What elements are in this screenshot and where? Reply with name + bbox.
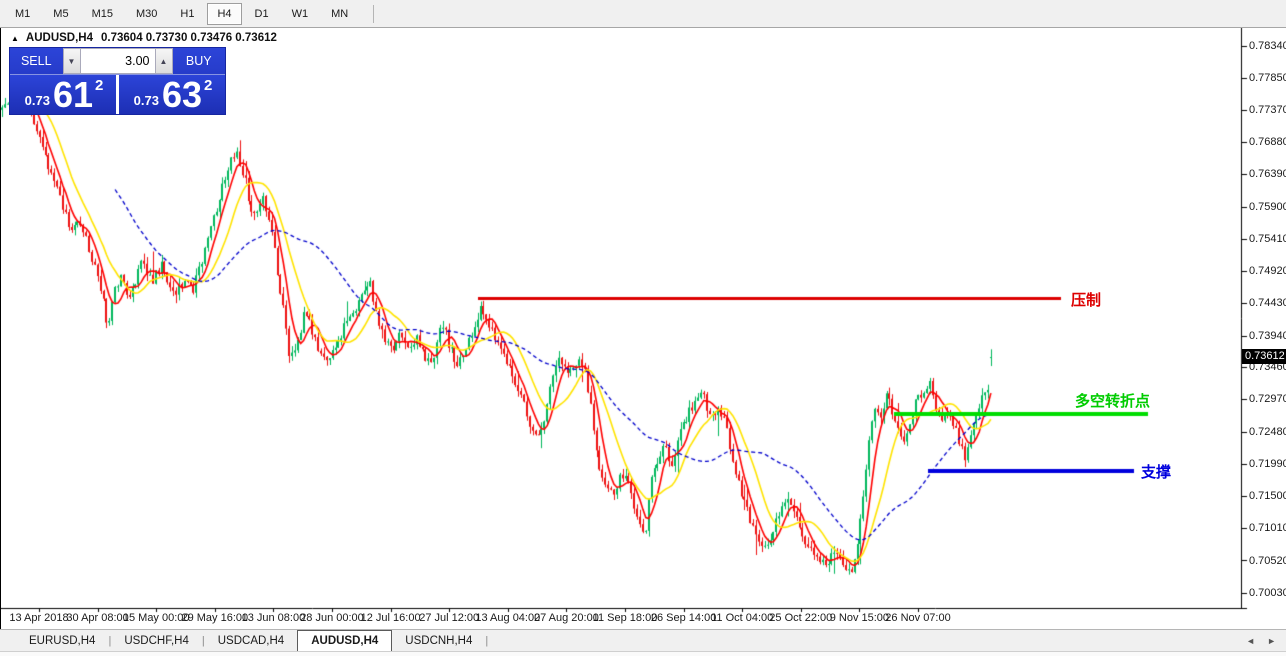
x-axis-label: 30 Apr 08:00 (66, 612, 128, 624)
y-axis-label: 0.76390 (1249, 168, 1286, 181)
tab-usdchf[interactable]: USDCHF,H4 (111, 630, 202, 651)
sell-button[interactable]: SELL (10, 48, 63, 74)
x-axis-label: 9 Nov 15:00 (830, 612, 889, 624)
volume-increase-button[interactable]: ▲ (155, 48, 173, 74)
buy-button[interactable]: BUY (173, 48, 226, 74)
timeframe-buttons: M1M5M15M30H1H4D1W1MN (5, 3, 361, 25)
collapse-panel-triangle-icon[interactable]: ▲ (11, 34, 19, 43)
x-axis-label: 26 Sep 14:00 (651, 612, 716, 624)
timeframe-button-w1[interactable]: W1 (282, 3, 319, 25)
buy-price-button[interactable]: 0.73 63 2 (119, 75, 225, 114)
resistance-annotation-label: 压制 (1071, 289, 1101, 310)
y-axis-label: 0.74920 (1249, 265, 1286, 278)
sell-price-button[interactable]: 0.73 61 2 (10, 75, 116, 114)
tab-audusd[interactable]: AUDUSD,H4 (297, 630, 392, 651)
one-click-trading-panel: SELL ▼ 3.00 ▲ BUY 0.73 61 2 0.73 63 2 (9, 47, 226, 115)
chart-symbol-label: AUDUSD,H4 (26, 32, 93, 44)
timeframe-button-d1[interactable]: D1 (245, 3, 279, 25)
x-axis-label: 12 Jul 16:00 (361, 612, 421, 624)
y-axis-label: 0.71010 (1249, 522, 1286, 535)
timeframe-button-m1[interactable]: M1 (5, 3, 40, 25)
y-axis-label: 0.76880 (1249, 136, 1286, 149)
x-axis-label: 11 Oct 04:00 (711, 612, 773, 624)
timeframe-button-h4[interactable]: H4 (207, 3, 241, 25)
y-axis-label: 0.72480 (1249, 426, 1286, 439)
buy-price-pipette: 2 (204, 77, 212, 94)
y-axis-label: 0.78340 (1249, 40, 1286, 53)
x-axis-label: 15 May 00:00 (123, 612, 190, 624)
tab-usdcad[interactable]: USDCAD,H4 (205, 630, 297, 651)
buy-price-main: 63 (162, 77, 202, 113)
sell-price-pipette: 2 (95, 77, 103, 94)
chart-canvas[interactable] (1, 28, 1286, 629)
y-axis-label: 0.70030 (1249, 587, 1286, 600)
chart-window: ▲ AUDUSD,H4 0.73604 0.73730 0.73476 0.73… (0, 28, 1286, 629)
x-axis-label: 13 Apr 2018 (9, 612, 68, 624)
x-axis-label: 13 Jun 08:00 (242, 612, 306, 624)
chart-ohlc-values: 0.73604 0.73730 0.73476 0.73612 (101, 32, 277, 44)
tab-scroll-arrows: ◄ ► (1246, 636, 1286, 646)
timeframe-button-m15[interactable]: M15 (82, 3, 123, 25)
y-axis-label: 0.71500 (1249, 490, 1286, 503)
tab-scroll-right-button[interactable]: ► (1267, 636, 1276, 646)
y-axis-label: 0.77850 (1249, 72, 1286, 85)
tab-usdcnh[interactable]: USDCNH,H4 (392, 630, 485, 651)
volume-decrease-button[interactable]: ▼ (63, 48, 81, 74)
x-axis-label: 27 Jul 12:00 (419, 612, 479, 624)
sell-price-main: 61 (53, 77, 93, 113)
x-axis-label: 29 May 16:00 (181, 612, 248, 624)
timeframe-button-m5[interactable]: M5 (43, 3, 78, 25)
timeframe-button-mn[interactable]: MN (321, 3, 358, 25)
y-axis-label: 0.70520 (1249, 555, 1286, 568)
chart-tabs-bar: EURUSD,H4|USDCHF,H4|USDCAD,H4AUDUSD,H4US… (0, 629, 1286, 651)
x-axis-label: 13 Aug 04:00 (475, 612, 540, 624)
y-axis-label: 0.72970 (1249, 393, 1286, 406)
volume-input[interactable]: 3.00 (81, 48, 155, 74)
x-axis-label: 25 Oct 22:00 (769, 612, 832, 624)
timeframe-button-m30[interactable]: M30 (126, 3, 167, 25)
support-annotation-label: 支撑 (1141, 461, 1171, 482)
trade-panel-top-row: SELL ▼ 3.00 ▲ BUY (10, 48, 225, 75)
mt4-window: M1M5M15M30H1H4D1W1MN ▲ AUDUSD,H4 0.73604… (0, 0, 1286, 656)
sell-price-prefix: 0.73 (25, 93, 50, 108)
x-axis-label: 28 Jun 00:00 (300, 612, 364, 624)
chart-tabs: EURUSD,H4|USDCHF,H4|USDCAD,H4AUDUSD,H4US… (16, 630, 488, 651)
buy-price-prefix: 0.73 (134, 93, 159, 108)
y-axis-label: 0.75410 (1249, 233, 1286, 246)
trade-panel-quote-row: 0.73 61 2 0.73 63 2 (10, 75, 225, 114)
chart-title: ▲ AUDUSD,H4 0.73604 0.73730 0.73476 0.73… (11, 31, 277, 45)
toolbar-separator (373, 5, 374, 23)
y-axis-label: 0.71990 (1249, 458, 1286, 471)
tab-separator: | (485, 635, 488, 647)
y-axis-label: 0.73940 (1249, 330, 1286, 343)
y-axis-label: 0.75900 (1249, 201, 1286, 214)
y-axis-label: 0.74430 (1249, 297, 1286, 310)
tab-scroll-left-button[interactable]: ◄ (1246, 636, 1255, 646)
timeframe-button-h1[interactable]: H1 (170, 3, 204, 25)
y-axis-label: 0.77370 (1249, 104, 1286, 117)
x-axis-label: 27 Aug 20:00 (534, 612, 599, 624)
status-bar (0, 651, 1286, 656)
x-axis-label: 11 Sep 18:00 (593, 612, 658, 624)
x-axis-label: 26 Nov 07:00 (885, 612, 950, 624)
timeframe-toolbar: M1M5M15M30H1H4D1W1MN (0, 0, 1286, 28)
pivot-annotation-label: 多空转折点 (1075, 390, 1150, 411)
tab-eurusd[interactable]: EURUSD,H4 (16, 630, 108, 651)
current-price-tag: 0.73612 (1242, 349, 1286, 364)
